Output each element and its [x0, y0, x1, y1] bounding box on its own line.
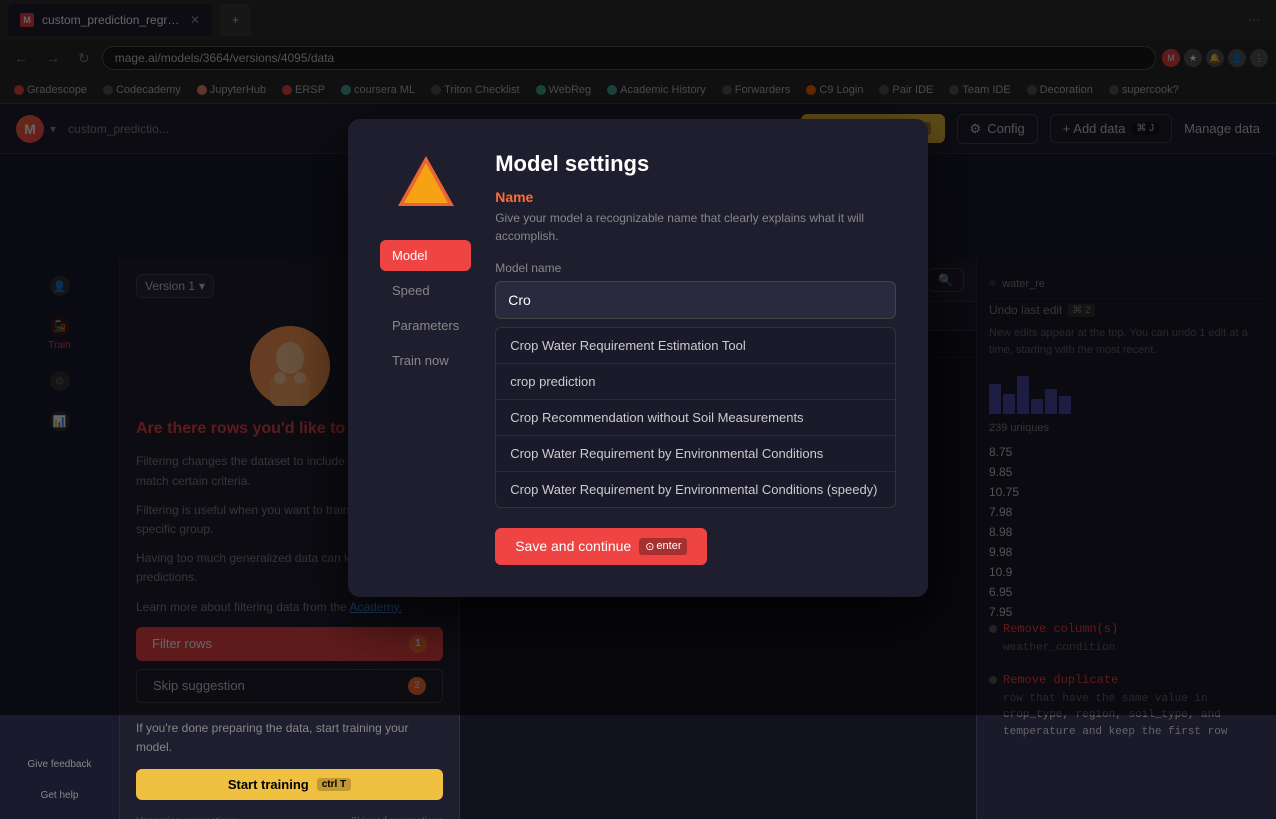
model-name-input[interactable]: [495, 281, 896, 319]
save-continue-button[interactable]: Save and continue ⊙ enter: [495, 528, 707, 565]
modal-section-name-title: Name: [495, 189, 896, 205]
suggestion-item-2[interactable]: crop prediction: [496, 364, 895, 400]
sidebar-item-help[interactable]: Get help: [0, 780, 119, 811]
model-settings-modal: Model Speed Parameters Train now Model s…: [348, 119, 928, 597]
modal-nav-train[interactable]: Train now: [380, 345, 471, 376]
modal-name-label: Model name: [495, 261, 896, 275]
modal-overlay[interactable]: Model Speed Parameters Train now Model s…: [0, 0, 1276, 715]
modal-content: Model settings Name Give your model a re…: [495, 151, 896, 565]
start-training-secondary-label: Start training: [228, 777, 309, 792]
suggestions-dropdown: Crop Water Requirement Estimation Tool c…: [495, 327, 896, 508]
suggestion-item-4[interactable]: Crop Water Requirement by Environmental …: [496, 436, 895, 472]
sidebar-item-feedback[interactable]: Give feedback: [0, 749, 119, 780]
modal-nav-model[interactable]: Model: [380, 240, 471, 271]
start-training-secondary-kbd: ctrl T: [317, 778, 351, 791]
suggestion-item-5[interactable]: Crop Water Requirement by Environmental …: [496, 472, 895, 507]
modal-icon: [396, 151, 456, 216]
modal-nav-speed[interactable]: Speed: [380, 275, 471, 306]
start-training-secondary-button[interactable]: Start training ctrl T: [136, 769, 443, 800]
modal-nav: Model Speed Parameters Train now: [380, 240, 471, 376]
modal-section-name-desc: Give your model a recognizable name that…: [495, 209, 896, 245]
help-label: Get help: [41, 790, 79, 801]
enter-kbd: ⊙ enter: [639, 538, 687, 555]
suggestion-item-3[interactable]: Crop Recommendation without Soil Measure…: [496, 400, 895, 436]
modal-footer: Save and continue ⊙ enter: [495, 528, 896, 565]
modal-nav-parameters[interactable]: Parameters: [380, 310, 471, 341]
save-continue-label: Save and continue: [515, 538, 631, 554]
suggestion-item-1[interactable]: Crop Water Requirement Estimation Tool: [496, 328, 895, 364]
modal-title: Model settings: [495, 151, 896, 177]
done-text: If you're done preparing the data, start…: [136, 719, 443, 757]
feedback-label: Give feedback: [28, 759, 92, 770]
